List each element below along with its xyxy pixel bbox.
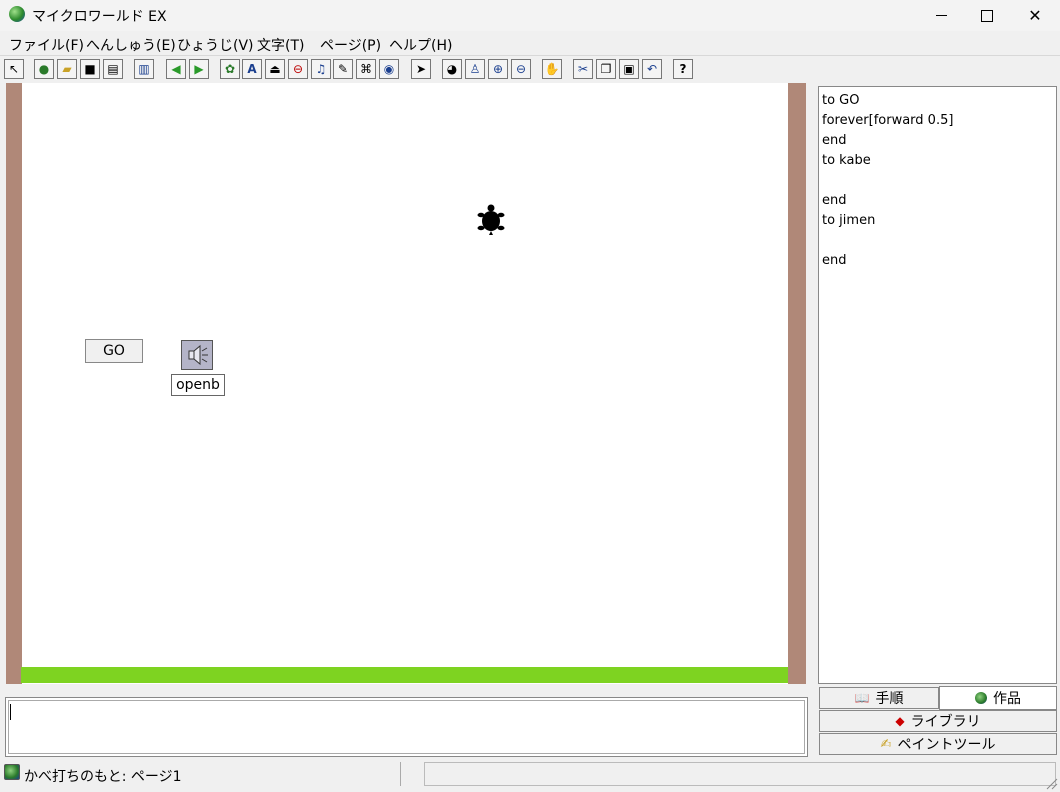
print-icon[interactable]: ▤ bbox=[103, 59, 123, 79]
new-project-icon[interactable]: ● bbox=[34, 59, 54, 79]
record-icon[interactable]: ◉ bbox=[379, 59, 399, 79]
speaker-label: openb bbox=[171, 374, 225, 396]
text-box-icon[interactable]: A bbox=[242, 59, 262, 79]
menu-help[interactable]: ヘルプ(H) bbox=[389, 35, 452, 55]
resize-grip-icon[interactable] bbox=[1044, 776, 1058, 790]
status-text: かべ打ちのもと: ページ1 bbox=[24, 769, 182, 785]
zoom-in-icon[interactable]: ⊕ bbox=[488, 59, 508, 79]
menu-page[interactable]: ページ(P) bbox=[320, 35, 381, 55]
minimize-icon bbox=[935, 15, 947, 16]
menu-edit[interactable]: へんしゅう(E) bbox=[86, 35, 176, 55]
speaker-icon bbox=[188, 344, 208, 366]
menu-bar: ファイル(F) へんしゅう(E) ひょうじ(V) 文字(T) ページ(P) ヘル… bbox=[0, 31, 1060, 56]
speaker-button[interactable] bbox=[181, 340, 213, 370]
prev-page-icon[interactable]: ◀ bbox=[166, 59, 186, 79]
status-globe-icon bbox=[4, 764, 20, 780]
toolbar: ↖ ● ▰ ■ ▤ ▥ ◀ ▶ ✿ A ⏏ ⊖ ♫ ✎ ⌘ ◉ ➤ ◕ ♙ ⊕ … bbox=[0, 56, 1060, 84]
save-disk-icon[interactable]: ■ bbox=[80, 59, 100, 79]
select-arrow-icon[interactable]: ➤ bbox=[411, 59, 431, 79]
zoom-out-icon[interactable]: ⊖ bbox=[511, 59, 531, 79]
project-stage[interactable]: GO openb bbox=[6, 83, 806, 684]
window-title: マイクロワールド EX bbox=[32, 9, 167, 25]
slider-icon[interactable]: ⊖ bbox=[288, 59, 308, 79]
open-folder-icon[interactable]: ▰ bbox=[57, 59, 77, 79]
copy-icon[interactable]: ❐ bbox=[596, 59, 616, 79]
tab-projects-label: 作品 bbox=[993, 691, 1021, 707]
undo-icon[interactable]: ↶ bbox=[642, 59, 662, 79]
eye-icon[interactable]: ◕ bbox=[442, 59, 462, 79]
title-bar: マイクロワールド EX ✕ bbox=[0, 0, 1060, 31]
shapes-icon: ◆ bbox=[895, 714, 905, 728]
turtle-icon[interactable] bbox=[476, 203, 506, 235]
app-globe-icon bbox=[9, 6, 25, 22]
right-wall bbox=[788, 83, 806, 684]
procedures-pane[interactable]: to GO forever[forward 0.5] end to kabe e… bbox=[818, 86, 1057, 684]
maximize-button[interactable] bbox=[964, 0, 1010, 31]
menu-text[interactable]: 文字(T) bbox=[257, 35, 304, 55]
menu-file[interactable]: ファイル(F) bbox=[9, 35, 84, 55]
tab-library[interactable]: ◆ ライブラリ bbox=[819, 710, 1057, 732]
status-divider bbox=[400, 762, 401, 786]
tab-procedures[interactable]: 📖 手順 bbox=[819, 687, 939, 709]
stamp-icon[interactable]: ♙ bbox=[465, 59, 485, 79]
minimize-button[interactable] bbox=[918, 0, 964, 31]
close-icon: ✕ bbox=[1028, 6, 1042, 25]
pointer-arrow-icon[interactable]: ↖ bbox=[4, 59, 24, 79]
close-button[interactable]: ✕ bbox=[1012, 0, 1058, 31]
cut-icon[interactable]: ✂ bbox=[573, 59, 593, 79]
help-icon[interactable]: ? bbox=[673, 59, 693, 79]
command-input[interactable] bbox=[8, 700, 805, 754]
tab-paint[interactable]: ✍ ペイントツール bbox=[819, 733, 1057, 755]
status-bar: かべ打ちのもと: ページ1 bbox=[0, 760, 1060, 792]
next-page-icon[interactable]: ▶ bbox=[189, 59, 209, 79]
paste-icon[interactable]: ▣ bbox=[619, 59, 639, 79]
menu-view[interactable]: ひょうじ(V) bbox=[177, 35, 254, 55]
tab-procedures-label: 手順 bbox=[875, 691, 904, 707]
procedures-text[interactable]: to GO forever[forward 0.5] end to kabe e… bbox=[819, 87, 1056, 271]
paintbrush-icon: ✍ bbox=[880, 736, 892, 752]
left-wall bbox=[6, 83, 22, 684]
video-icon[interactable]: ⌘ bbox=[356, 59, 376, 79]
stop-hand-icon[interactable]: ✋ bbox=[542, 59, 562, 79]
globe-icon bbox=[975, 692, 987, 704]
button-icon[interactable]: ⏏ bbox=[265, 59, 285, 79]
tab-library-label: ライブラリ bbox=[910, 714, 981, 730]
tab-projects[interactable]: 作品 bbox=[939, 686, 1057, 710]
status-panel bbox=[424, 762, 1056, 786]
book-icon: 📖 bbox=[854, 691, 870, 705]
maximize-icon bbox=[981, 9, 993, 22]
ground-strip bbox=[21, 667, 788, 683]
draw-icon[interactable]: ✎ bbox=[333, 59, 353, 79]
hatch-turtle-icon[interactable]: ✿ bbox=[220, 59, 240, 79]
music-icon[interactable]: ♫ bbox=[311, 59, 331, 79]
columns-icon[interactable]: ▥ bbox=[134, 59, 154, 79]
tab-paint-label: ペイントツール bbox=[897, 737, 996, 753]
command-center[interactable] bbox=[5, 697, 808, 757]
go-button[interactable]: GO bbox=[85, 339, 143, 363]
text-caret bbox=[10, 704, 11, 720]
